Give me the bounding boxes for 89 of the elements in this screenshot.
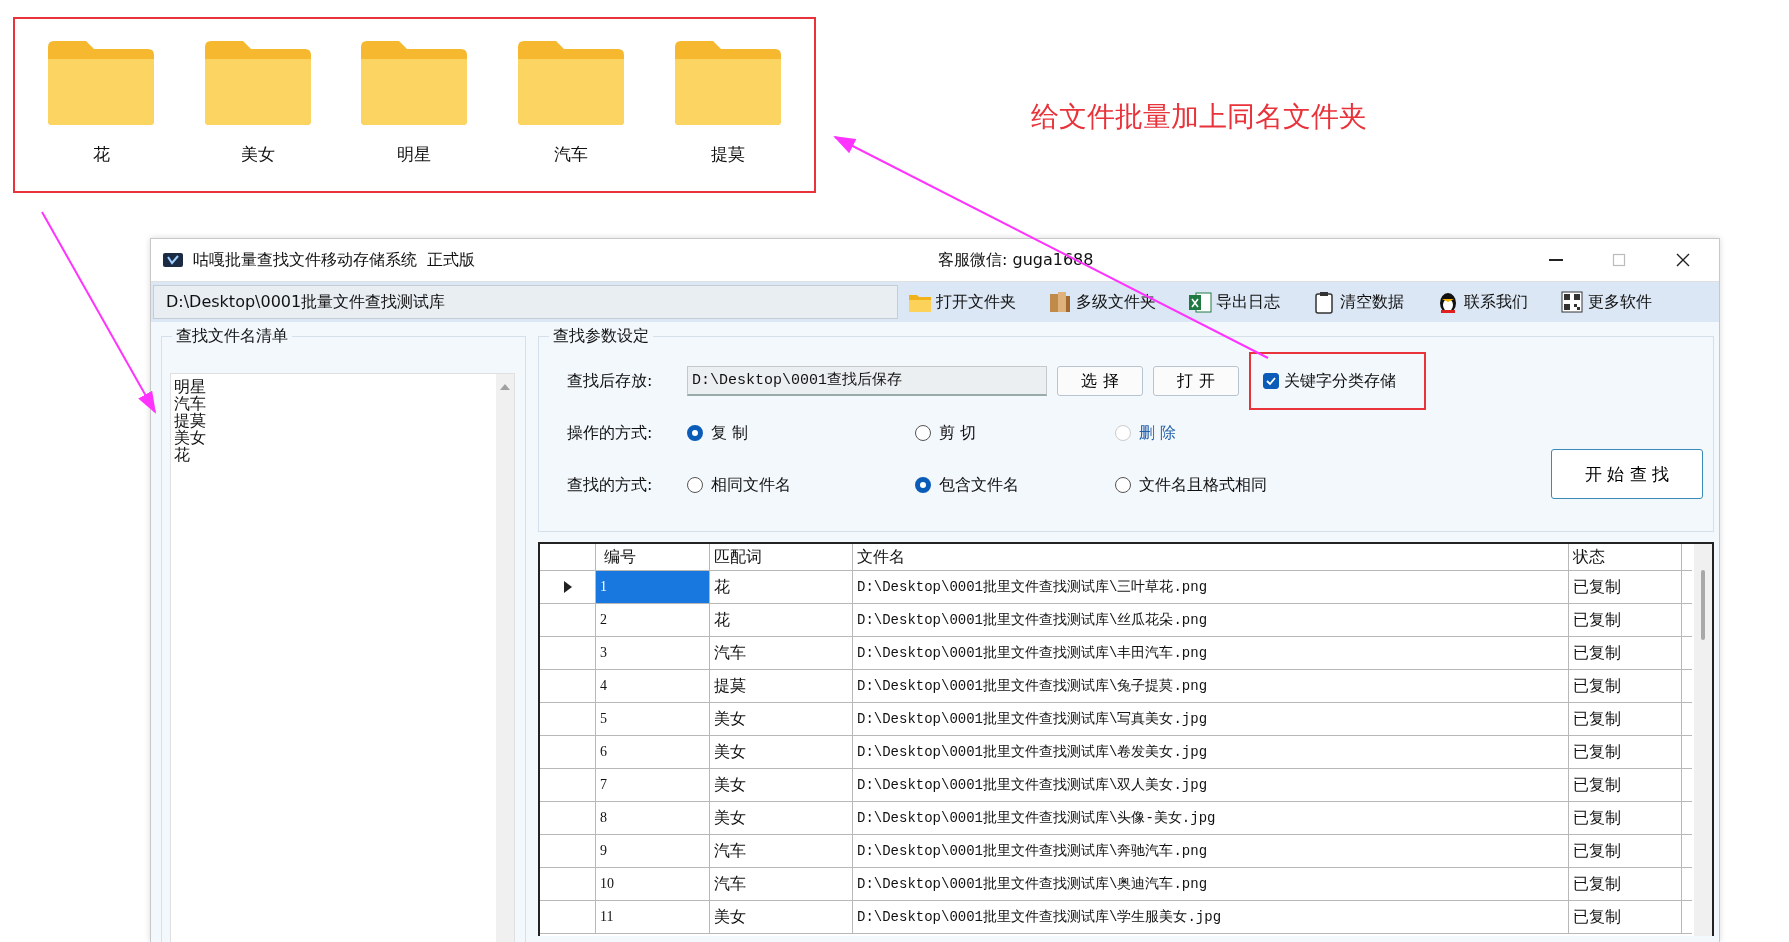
toolbar-button[interactable]: 导出日志 [1188,290,1280,314]
table-cell: 已复制 [1569,769,1682,801]
table-cell: D:\Desktop\0001批里文件查找测试库\兔子提莫.png [853,670,1569,702]
table-cell: 2 [596,604,710,636]
list-text: 汽车 [174,395,207,412]
list-text: 美女 [174,429,207,446]
table-cell: 3 [596,637,710,669]
folder-label: 美女 [240,143,275,166]
folder-label: 花 [92,143,110,166]
table-cell: 美女 [710,736,853,768]
folder-label: 明星 [397,143,432,166]
table-cell: 已复制 [1569,670,1682,702]
folder-label: 汽车 [554,143,589,166]
column-header[interactable]: 状态 [1569,544,1682,570]
clipboard-icon [1312,290,1336,314]
table-cell: 汽车 [710,835,853,867]
table-cell: 汽车 [710,868,853,900]
table-cell: D:\Desktop\0001批里文件查找测试库\写真美女.jpg [853,703,1569,735]
field-label: 查找后存放: [567,370,654,392]
table-cell: D:\Desktop\0001批里文件查找测试库\丝瓜花朵.png [853,604,1569,636]
start-search-button[interactable]: 开 始 查 找 [1551,449,1703,499]
list-text: 明星 [174,378,207,395]
group-title: 查找文件名清单 [172,326,292,347]
window-title: 咕嘎批量查找文件移动存储系统 [193,249,417,271]
table-cell: D:\Desktop\0001批里文件查找测试库\学生服美女.jpg [853,901,1569,933]
save-path-field[interactable]: D:\Desktop\0001查找后保存 [687,366,1047,396]
folder-label: 提莫 [710,143,745,166]
table-cell: 美女 [710,901,853,933]
table-cell: 已复制 [1569,901,1682,933]
table-cell: 美女 [710,703,853,735]
table-cell: 已复制 [1569,736,1682,768]
table-cell: 已复制 [1569,802,1682,834]
table-cell: D:\Desktop\0001批里文件查找测试库\奥迪汽车.png [853,868,1569,900]
table-cell: 已复制 [1569,637,1682,669]
table-cell: D:\Desktop\0001批里文件查找测试库\三叶草花.png [853,571,1569,603]
toolbar-button[interactable]: 清空数据 [1312,290,1404,314]
path-field[interactable]: D:\Desktop\0001批量文件查找测试库 [153,285,898,319]
table-cell: D:\Desktop\0001批里文件查找测试库\头像-美女.jpg [853,802,1569,834]
table-cell: D:\Desktop\0001批里文件查找测试库\丰田汽车.png [853,637,1569,669]
books-icon [1048,290,1072,314]
table-cell: 已复制 [1569,835,1682,867]
table-cell: D:\Desktop\0001批里文件查找测试库\奔驰汽车.png [853,835,1569,867]
spreadsheet-icon [1188,290,1212,314]
qr-code-icon [1560,290,1584,314]
table-cell: 已复制 [1569,868,1682,900]
table-cell: 美女 [710,769,853,801]
table-cell: 已复制 [1569,604,1682,636]
table-cell: 1 [596,571,710,603]
radio-option[interactable]: 复 制 [687,422,915,444]
toolbar-button[interactable]: 打开文件夹 [908,290,1016,314]
toolbar-button[interactable]: 更多软件 [1560,290,1652,314]
radio-option[interactable]: 文件名且格式相同 [1115,474,1267,496]
table-cell: 11 [596,901,710,933]
group-title: 查找参数设定 [549,326,653,347]
annotation-text: 给文件批量加上同名文件夹 [1031,99,1367,135]
table-cell: D:\Desktop\0001批里文件查找测试库\双人美女.jpg [853,769,1569,801]
table-cell: 6 [596,736,710,768]
table-cell: 花 [710,604,853,636]
list-text: 花 [174,446,191,463]
table-cell: 9 [596,835,710,867]
field-label: 查找的方式: [567,474,654,496]
table-cell: D:\Desktop\0001批里文件查找测试库\卷发美女.jpg [853,736,1569,768]
table-cell: 已复制 [1569,703,1682,735]
list-text: 提莫 [174,412,207,429]
radio-option[interactable]: 包含文件名 [915,474,1115,496]
table-cell: 8 [596,802,710,834]
app-icon [163,252,183,268]
name-list-field[interactable]: 明星 汽车 提莫 美女 花 [170,373,515,942]
table-cell: 4 [596,670,710,702]
table-cell: 7 [596,769,710,801]
checkbox-box[interactable] [1263,373,1279,389]
radio-option[interactable]: 剪 切 [915,422,1115,444]
action-button[interactable]: 选 择 [1057,366,1143,396]
table-cell: 花 [710,571,853,603]
table-cell: 10 [596,868,710,900]
table-cell: 汽车 [710,637,853,669]
table-cell: 美女 [710,802,853,834]
checkbox[interactable]: 关键字分类存储 [1263,370,1396,392]
table-cell: 5 [596,703,710,735]
minimize-icon [1549,259,1563,261]
toolbar-button[interactable]: 联系我们 [1436,290,1528,314]
table-cell: 已复制 [1569,571,1682,603]
table-cell: 提莫 [710,670,853,702]
close-icon [1675,252,1691,268]
action-button[interactable]: 打 开 [1153,366,1239,396]
radio-option[interactable]: 相同文件名 [687,474,915,496]
maximize-icon [1611,252,1627,268]
field-label: 操作的方式: [567,422,654,444]
edition-label: 正式版 [427,249,475,271]
